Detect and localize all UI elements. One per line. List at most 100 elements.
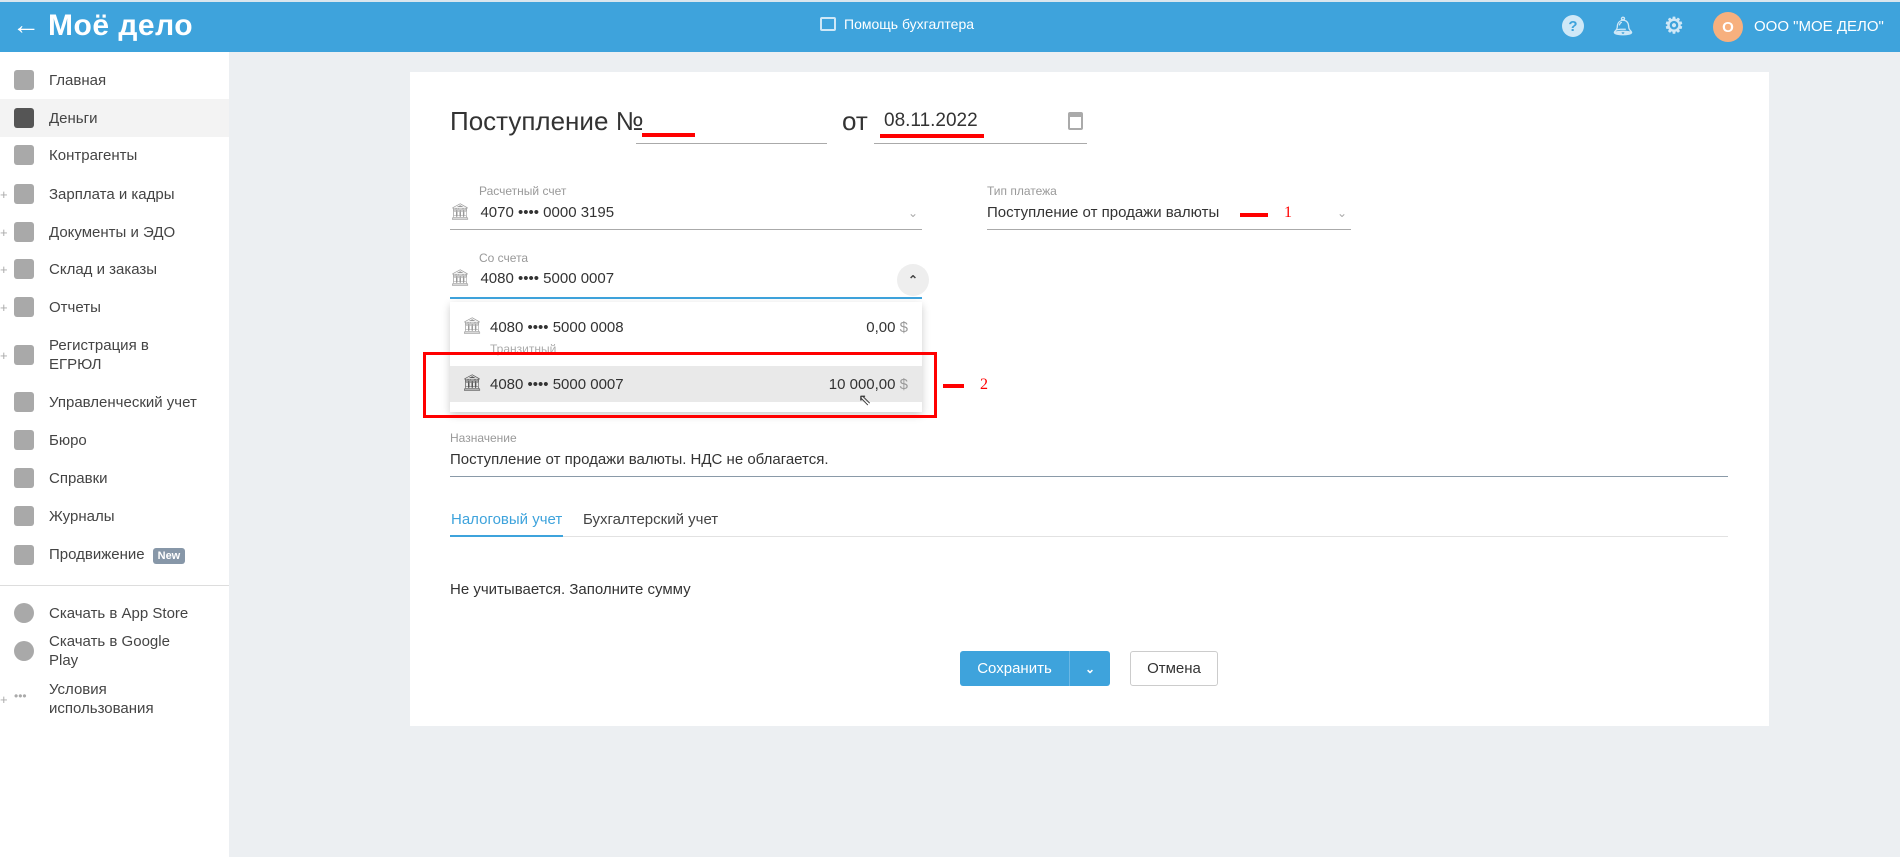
- tabs-divider: [450, 536, 1728, 537]
- page-title: Поступление №: [450, 106, 644, 136]
- folder-icon: [14, 222, 34, 242]
- from-account-select[interactable]: 🏛︎ 4080 •••• 5000 0007: [450, 270, 922, 299]
- expand-icon[interactable]: +: [0, 187, 8, 202]
- expand-icon[interactable]: +: [0, 692, 8, 707]
- org-name[interactable]: ООО "МОЕ ДЕЛО": [1754, 18, 1884, 35]
- tab-tax-accounting[interactable]: Налоговый учет: [450, 511, 564, 537]
- sidebar-item[interactable]: Бюро: [0, 421, 229, 459]
- option-currency: $: [899, 318, 908, 336]
- sidebar-item-label: Зарплата и кадры: [49, 185, 175, 203]
- account-value: 4070 •••• 0000 3195: [480, 204, 615, 221]
- home-icon: [14, 70, 34, 90]
- cash-register-icon: [820, 17, 836, 31]
- sidebar-item-label: Продвижение: [49, 545, 145, 563]
- logo[interactable]: Моё дело: [48, 10, 193, 42]
- accountant-help-label: Помощь бухгалтера: [844, 16, 975, 32]
- google-play-icon: [14, 641, 34, 661]
- annotation-underline: [880, 134, 984, 138]
- save-button-group: Сохранить ⌄: [960, 651, 1110, 686]
- sidebar-item[interactable]: Главная: [0, 61, 229, 99]
- avatar[interactable]: О: [1713, 12, 1743, 42]
- sidebar-item-label: Отчеты: [49, 298, 101, 316]
- sidebar-item-label: Журналы: [49, 507, 115, 525]
- sidebar-item[interactable]: Скачать в App Store: [0, 594, 229, 632]
- wallet-icon: [14, 184, 34, 204]
- expand-icon[interactable]: +: [0, 225, 8, 240]
- contractor-icon: [14, 145, 34, 165]
- payment-type-value: Поступление от продажи валюты: [987, 204, 1220, 221]
- reference-icon: [14, 468, 34, 488]
- bank-icon: 🏛︎: [462, 318, 483, 335]
- report-icon: [14, 297, 34, 317]
- calendar-icon[interactable]: [1068, 112, 1083, 130]
- sidebar-item-label: Скачать в Google Play: [49, 633, 170, 669]
- money-icon: [14, 108, 34, 128]
- expand-icon[interactable]: +: [0, 348, 8, 363]
- purpose-label: Назначение: [450, 431, 517, 445]
- tab-bookkeeping[interactable]: Бухгалтерский учет: [583, 511, 718, 528]
- mouse-cursor-icon: ⇖: [858, 392, 872, 409]
- accountant-help-link[interactable]: Помощь бухгалтера: [820, 16, 974, 32]
- sidebar-item[interactable]: Справки: [0, 459, 229, 497]
- warehouse-icon: [14, 259, 34, 279]
- sidebar-item-label: Контрагенты: [49, 146, 138, 164]
- from-account-label: Со счета: [479, 251, 529, 265]
- sidebar-item-label: Регистрация в ЕГРЮЛ: [49, 337, 149, 373]
- sidebar-item[interactable]: + Зарплата и кадры: [0, 175, 229, 213]
- chart-icon: [14, 545, 34, 565]
- gear-icon[interactable]: ⚙: [1663, 13, 1685, 38]
- chevron-down-icon[interactable]: ⌄: [1070, 662, 1110, 676]
- sidebar-item[interactable]: Журналы: [0, 497, 229, 535]
- tab-content-text: Не учитывается. Заполните сумму: [450, 581, 691, 598]
- sidebar-item-label: Документы и ЭДО: [49, 223, 176, 241]
- sidebar-divider: [0, 585, 229, 586]
- chevron-down-icon: ⌄: [1336, 206, 1347, 220]
- purpose-input[interactable]: Поступление от продажи валюты. НДС не об…: [450, 451, 1728, 477]
- save-button[interactable]: Сохранить: [960, 660, 1069, 677]
- sidebar-item-label: Бюро: [49, 431, 87, 449]
- help-icon[interactable]: ?: [1562, 15, 1584, 37]
- bank-icon: 🏛︎: [450, 203, 471, 221]
- sidebar: Главная Деньги Контрагенты + Зарплата и кадр…: [0, 52, 229, 857]
- dropdown-option[interactable]: 🏛︎ 4080 •••• 5000 0008 0,00 $: [450, 309, 922, 345]
- sidebar-item[interactable]: Скачать в Google Play: [0, 632, 229, 670]
- sidebar-item-label: Главная: [49, 71, 107, 89]
- journal-icon: [14, 506, 34, 526]
- account-select[interactable]: 🏛︎ 4070 •••• 0000 3195 ⌄: [450, 204, 922, 230]
- expand-icon[interactable]: +: [0, 262, 8, 277]
- expand-icon[interactable]: +: [0, 300, 8, 315]
- sidebar-item[interactable]: Контрагенты: [0, 136, 229, 174]
- chevron-up-icon[interactable]: ⌃: [897, 264, 929, 296]
- apple-icon: [14, 603, 34, 623]
- option-amount: 0,00: [866, 318, 896, 336]
- top-bar: ← Моё дело Помощь бухгалтера ? 🔔︎ ⚙ О ОО…: [0, 0, 1900, 52]
- account-label: Расчетный счет: [479, 184, 567, 198]
- sidebar-item-label: Справки: [49, 469, 108, 487]
- cancel-button[interactable]: Отмена: [1130, 651, 1218, 686]
- bank-icon: 🏛︎: [450, 269, 471, 287]
- sidebar-item[interactable]: + Регистрация в ЕГРЮЛ: [0, 336, 229, 374]
- sidebar-item[interactable]: + Склад и заказы: [0, 250, 229, 288]
- annotation-underline: [642, 133, 695, 137]
- date-value: 08.11.2022: [884, 110, 978, 131]
- back-arrow-icon[interactable]: ←: [12, 10, 40, 40]
- sidebar-item[interactable]: Управленческий учет: [0, 383, 229, 421]
- sidebar-item-label: Условия использования: [49, 681, 154, 717]
- briefcase-icon: [14, 430, 34, 450]
- sidebar-item[interactable]: + Отчеты: [0, 288, 229, 326]
- bell-icon[interactable]: 🔔︎: [1612, 15, 1635, 37]
- annotation-number: 1: [1284, 204, 1292, 221]
- date-prefix: от: [842, 106, 868, 136]
- sidebar-item[interactable]: Продвижение New: [0, 536, 229, 574]
- payment-type-label: Тип платежа: [987, 184, 1057, 198]
- from-account-value: 4080 •••• 5000 0007: [480, 270, 615, 287]
- annotation-number: 2: [980, 376, 988, 393]
- sidebar-item[interactable]: + Документы и ЭДО: [0, 213, 229, 251]
- sidebar-item[interactable]: + ••• Условия использования: [0, 680, 229, 718]
- document-number-input[interactable]: [636, 106, 827, 144]
- payment-type-select[interactable]: Поступление от продажи валюты ⌄: [987, 204, 1351, 230]
- sidebar-item[interactable]: Деньги: [0, 99, 229, 137]
- sidebar-item-label: Скачать в App Store: [49, 604, 189, 622]
- more-icon: •••: [14, 689, 27, 703]
- chevron-down-icon: ⌄: [907, 206, 918, 220]
